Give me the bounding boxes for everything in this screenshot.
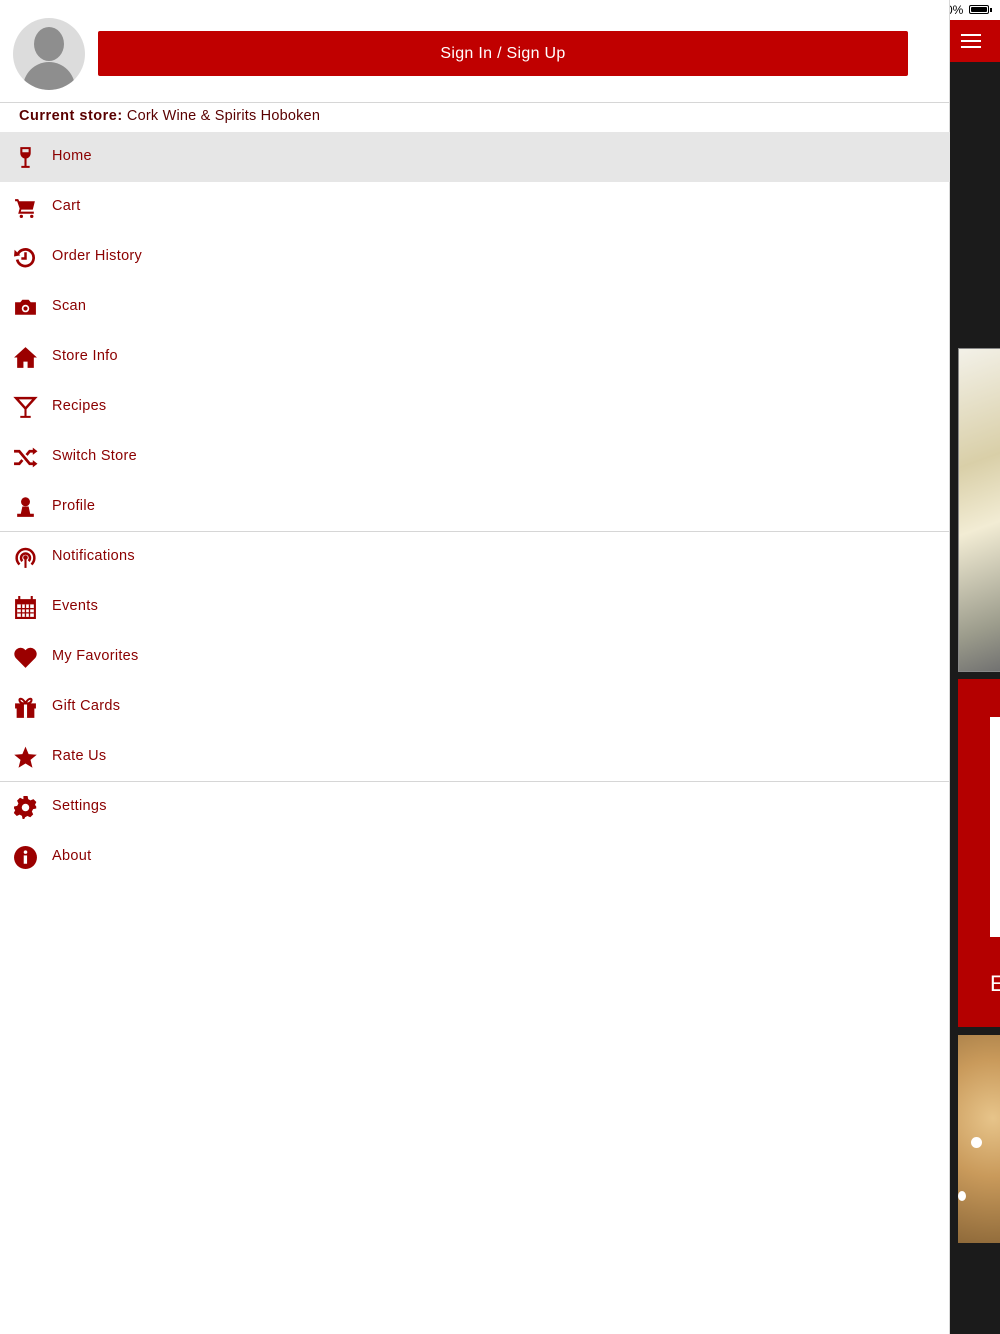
menu-label-cart: Cart <box>52 198 81 214</box>
menu-item-my-favorites[interactable]: My Favorites <box>0 632 950 682</box>
menu-label-events: Events <box>52 598 99 614</box>
menu-label-order-history: Order History <box>52 248 143 264</box>
gear-icon <box>13 795 38 820</box>
heart-icon <box>13 645 38 670</box>
menu-item-rate-us[interactable]: Rate Us <box>0 732 950 782</box>
shuffle-icon <box>13 445 38 470</box>
menu-item-recipes[interactable]: Recipes <box>0 382 950 432</box>
person-icon <box>13 495 38 520</box>
cocktail-icon <box>13 395 38 420</box>
menu-label-my-favorites: My Favorites <box>52 648 139 664</box>
camera-icon <box>13 295 38 320</box>
wine-glass-photo[interactable] <box>958 348 1000 672</box>
info-icon <box>13 845 38 870</box>
menu-item-events[interactable]: Events <box>0 582 950 632</box>
promo-card-text: E <box>990 971 1000 996</box>
menu-label-store-info: Store Info <box>52 348 118 364</box>
menu-item-switch-store[interactable]: Switch Store <box>0 432 950 482</box>
menu-label-recipes: Recipes <box>52 398 107 414</box>
menu-label-settings: Settings <box>52 798 107 814</box>
menu-item-about[interactable]: About <box>0 832 950 882</box>
menu-label-about: About <box>52 848 92 864</box>
hamburger-menu-icon[interactable] <box>961 34 981 52</box>
avatar[interactable] <box>13 18 85 90</box>
menu-label-gift-cards: Gift Cards <box>52 698 121 714</box>
menu-item-store-info[interactable]: Store Info <box>0 332 950 382</box>
menu-item-home[interactable]: Home <box>0 132 950 182</box>
menu-label-profile: Profile <box>52 498 96 514</box>
divider <box>0 102 950 103</box>
promo-card[interactable]: E <box>958 679 1000 1027</box>
menu-label-notifications: Notifications <box>52 548 135 564</box>
menu-item-scan[interactable]: Scan <box>0 282 950 332</box>
menu-item-order-history[interactable]: Order History <box>0 232 950 282</box>
menu-label-rate-us: Rate Us <box>52 748 107 764</box>
status-bar: 0% <box>950 0 1000 20</box>
history-icon <box>13 245 38 270</box>
broadcast-icon <box>13 545 38 570</box>
gift-icon <box>13 695 38 720</box>
menu-item-cart[interactable]: Cart <box>0 182 950 232</box>
background-app: 0% E <box>950 0 1000 1334</box>
battery-percentage: 0% <box>950 3 964 17</box>
current-store-label: Current store: <box>19 108 123 124</box>
calendar-icon <box>13 595 38 620</box>
bokeh-photo[interactable] <box>958 1035 1000 1243</box>
battery-icon <box>969 5 989 14</box>
current-store: Current store: Cork Wine & Spirits Hobok… <box>19 108 320 124</box>
star-icon <box>13 745 38 770</box>
menu-label-home: Home <box>52 148 92 164</box>
app-header <box>950 20 1000 62</box>
menu-item-profile[interactable]: Profile <box>0 482 950 532</box>
menu-label-scan: Scan <box>52 298 87 314</box>
menu-item-settings[interactable]: Settings <box>0 782 950 832</box>
menu-item-gift-cards[interactable]: Gift Cards <box>0 682 950 732</box>
current-store-name: Cork Wine & Spirits Hoboken <box>126 108 321 124</box>
house-icon <box>13 345 38 370</box>
wine-glass-icon <box>13 145 38 170</box>
cart-icon <box>13 195 38 220</box>
navigation-drawer: Sign In / Sign Up Current store: Cork Wi… <box>0 0 950 1334</box>
sign-in-button[interactable]: Sign In / Sign Up <box>98 31 908 76</box>
menu-label-switch-store: Switch Store <box>52 448 137 464</box>
menu-item-notifications[interactable]: Notifications <box>0 532 950 582</box>
